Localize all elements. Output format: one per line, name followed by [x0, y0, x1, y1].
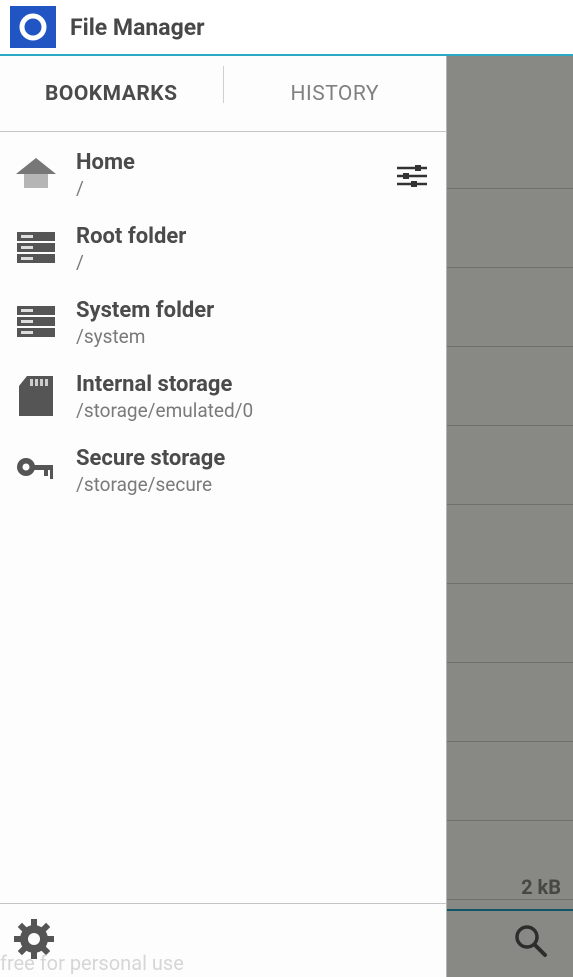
bookmarks-list: Home /: [0, 132, 446, 903]
bookmark-path: /storage/secure: [76, 473, 432, 496]
drive-icon: [14, 226, 58, 270]
navigation-drawer: BOOKMARKS HISTORY Home /: [0, 56, 447, 977]
bookmark-title: Secure storage: [76, 446, 432, 471]
sliders-icon[interactable]: [392, 156, 432, 196]
bookmark-path: /: [76, 177, 392, 200]
bookmark-item-secure[interactable]: Secure storage /storage/secure: [0, 434, 446, 508]
tabs: BOOKMARKS HISTORY: [0, 56, 446, 132]
settings-icon[interactable]: [12, 917, 56, 965]
tab-history[interactable]: HISTORY: [224, 56, 447, 131]
file-size-label: 2 kB: [521, 875, 561, 899]
app-title: File Manager: [70, 14, 205, 41]
app-logo-icon: [10, 6, 56, 48]
search-icon[interactable]: [511, 921, 551, 965]
app-bar: File Manager: [0, 0, 573, 56]
bookmark-path: /: [76, 251, 432, 274]
drive-icon: [14, 300, 58, 344]
home-icon: [14, 152, 58, 196]
bookmark-item-internal[interactable]: Internal storage /storage/emulated/0: [0, 360, 446, 434]
bookmark-path: /system: [76, 325, 432, 348]
bookmark-title: System folder: [76, 298, 432, 323]
tab-bookmarks[interactable]: BOOKMARKS: [0, 56, 223, 131]
bookmark-path: /storage/emulated/0: [76, 399, 432, 422]
bookmark-item-system[interactable]: System folder /system: [0, 286, 446, 360]
key-icon: [14, 448, 58, 492]
bottom-divider: [447, 909, 573, 911]
bookmark-title: Internal storage: [76, 372, 432, 397]
bookmark-title: Home: [76, 150, 392, 175]
bookmark-item-root[interactable]: Root folder /: [0, 212, 446, 286]
sd-card-icon: [14, 374, 58, 418]
bookmark-title: Root folder: [76, 224, 432, 249]
drawer-footer: free for personal use: [0, 903, 446, 977]
bookmark-item-home[interactable]: Home /: [0, 138, 446, 212]
